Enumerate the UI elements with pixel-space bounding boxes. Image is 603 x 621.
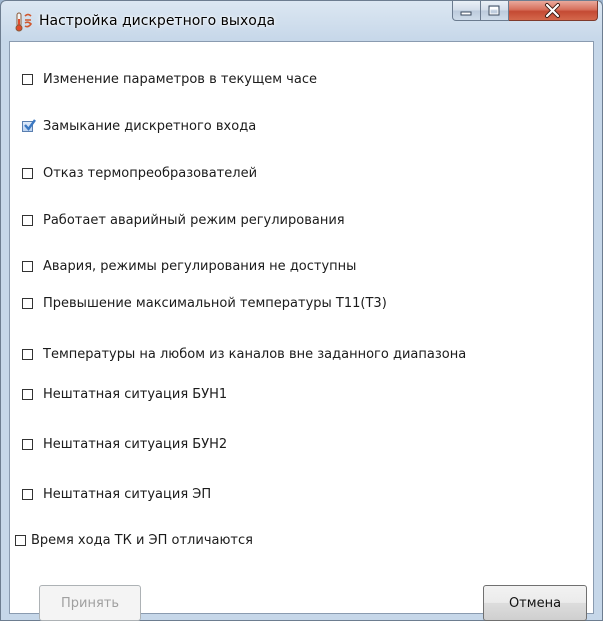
option-checkbox-row[interactable]: Изменение параметров в текущем часе xyxy=(22,69,317,89)
checkbox-unchecked[interactable] xyxy=(22,260,33,272)
minimize-icon xyxy=(460,11,472,16)
checkmark-icon xyxy=(24,118,36,131)
dialog-window: Настройка дискретного выхода Изменение п… xyxy=(0,0,603,621)
option-checkbox-row[interactable]: Отказ термопреобразователей xyxy=(22,163,257,183)
checkbox-unchecked[interactable] xyxy=(22,488,33,500)
option-label: Работает аварийный режим регулирования xyxy=(43,212,345,228)
checkbox-unchecked[interactable] xyxy=(22,73,33,85)
option-label: Авария, режимы регулирования не доступны xyxy=(43,258,357,274)
option-label: Температуры на любом из каналов вне зада… xyxy=(43,346,467,362)
maximize-button[interactable] xyxy=(481,1,509,21)
option-checkbox-row[interactable]: Время хода ТК и ЭП отличаются xyxy=(15,530,253,550)
option-checkbox-row[interactable]: Работает аварийный режим регулирования xyxy=(22,210,345,230)
option-checkbox-row[interactable]: Нештатная ситуация БУН2 xyxy=(22,434,227,454)
thermometer-app-icon xyxy=(15,12,33,32)
option-label: Нештатная ситуация БУН1 xyxy=(43,386,228,402)
option-label: Изменение параметров в текущем часе xyxy=(43,71,317,87)
cancel-button[interactable]: Отмена xyxy=(483,585,587,621)
caption-buttons xyxy=(452,1,598,22)
checkbox-unchecked[interactable] xyxy=(15,534,26,546)
checkbox-unchecked[interactable] xyxy=(22,348,33,360)
option-checkbox-row[interactable]: Превышение максимальной температуры Т11(… xyxy=(22,293,387,313)
option-checkbox-row[interactable]: Нештатная ситуация БУН1 xyxy=(22,384,227,404)
checkbox-unchecked[interactable] xyxy=(22,388,33,400)
close-icon xyxy=(545,3,560,18)
option-label: Нештатная ситуация БУН2 xyxy=(43,436,228,452)
dialog-content: Изменение параметров в текущем часе Замык… xyxy=(9,41,594,621)
option-checkbox-row[interactable]: Температуры на любом из каналов вне зада… xyxy=(22,344,466,364)
option-label: Замыкание дискретного входа xyxy=(43,118,257,134)
checkbox-unchecked[interactable] xyxy=(22,438,33,450)
option-label: Отказ термопреобразователей xyxy=(43,165,258,181)
checkbox-unchecked[interactable] xyxy=(22,297,33,309)
option-label: Время хода ТК и ЭП отличаются xyxy=(31,532,253,548)
option-checkbox-row[interactable]: Нештатная ситуация ЭП xyxy=(22,484,211,504)
accept-button[interactable]: Принять xyxy=(39,585,141,621)
checkbox-unchecked[interactable] xyxy=(22,167,33,179)
option-checkbox-row[interactable]: Замыкание дискретного входа xyxy=(22,116,256,136)
checkbox-checked[interactable] xyxy=(22,118,36,132)
option-label: Превышение максимальной температуры Т11(… xyxy=(43,295,387,311)
title-bar[interactable]: Настройка дискретного выхода xyxy=(1,1,602,41)
checkbox-unchecked[interactable] xyxy=(22,214,33,226)
option-label: Нештатная ситуация ЭП xyxy=(43,486,212,502)
minimize-button[interactable] xyxy=(452,1,481,21)
window-title: Настройка дискретного выхода xyxy=(39,13,276,29)
maximize-icon xyxy=(488,5,500,16)
option-checkbox-row[interactable]: Авария, режимы регулирования не доступны xyxy=(22,256,356,276)
close-button[interactable] xyxy=(509,1,598,21)
